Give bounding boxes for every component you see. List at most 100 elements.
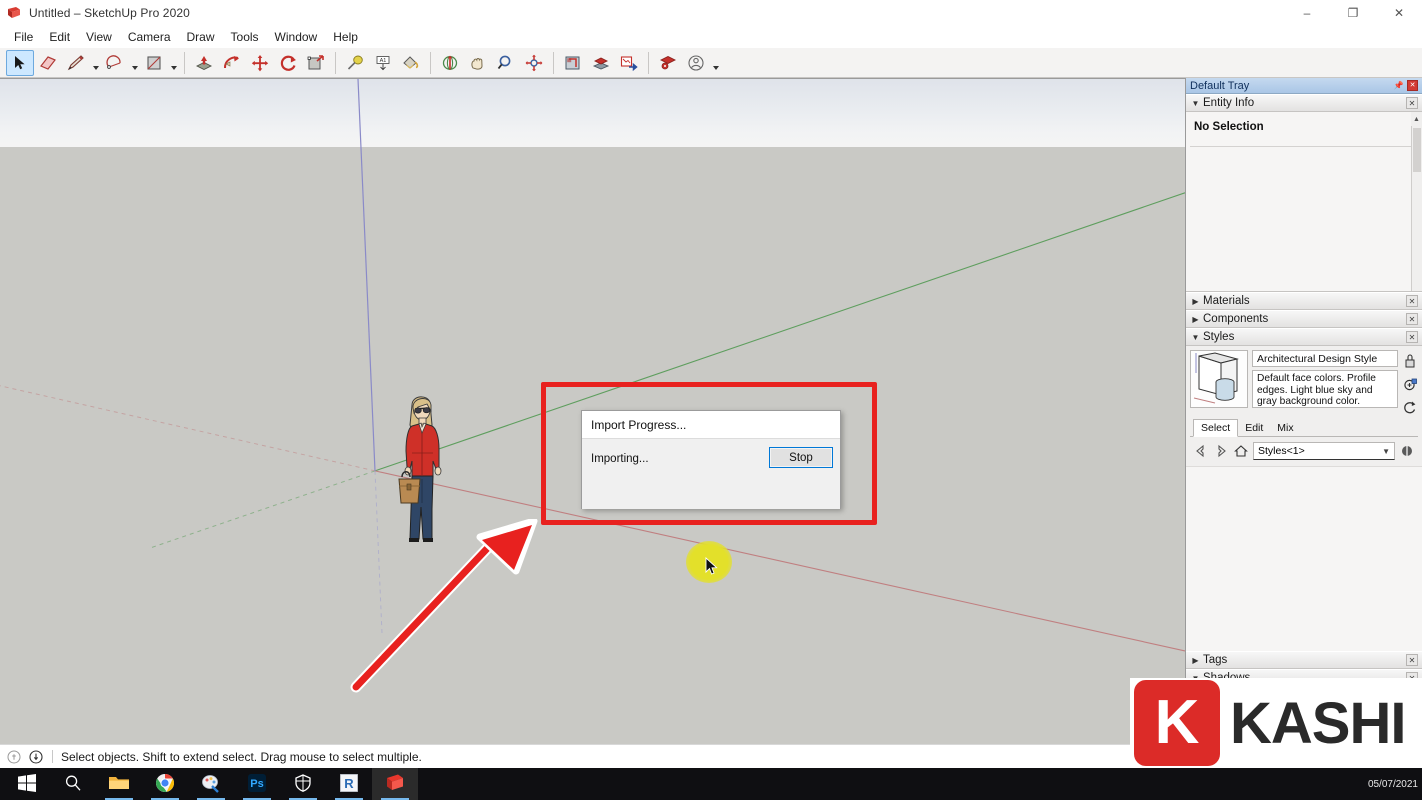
style-fields: Architectural Design Style Default face … [1252,350,1398,415]
maximize-button[interactable]: ❐ [1330,0,1376,26]
entity-info-body: No Selection ▲ [1186,112,1422,292]
rectangle-tool-dropdown[interactable] [168,50,179,76]
revit-button[interactable]: R [326,768,372,800]
chrome-button[interactable] [142,768,188,800]
photoshop-button[interactable]: Ps [234,768,280,800]
section-header-styles[interactable]: ▼ Styles ✕ [1186,328,1422,346]
forward-arrow-icon[interactable] [1213,443,1229,459]
details-icon[interactable] [1399,443,1415,459]
revit-icon: R [339,773,359,796]
tab-select[interactable]: Select [1193,419,1238,437]
scale-tool[interactable] [302,50,330,76]
menu-file[interactable]: File [6,27,41,47]
info-icon[interactable] [28,749,44,765]
sketchup-button[interactable] [372,768,418,800]
menu-help[interactable]: Help [325,27,366,47]
tab-edit[interactable]: Edit [1238,420,1270,436]
style-description-field[interactable]: Default face colors. Profile edges. Ligh… [1252,370,1398,408]
rectangle-tool[interactable] [140,50,168,76]
pin-icon[interactable]: 📌 [1393,80,1404,91]
chrome-icon [155,773,175,796]
tray-close-icon[interactable]: ✕ [1407,80,1418,91]
menu-edit[interactable]: Edit [41,27,78,47]
stop-button[interactable]: Stop [769,447,833,468]
pan-tool[interactable] [464,50,492,76]
warehouse-tool[interactable] [587,50,615,76]
dimension-icon: A1 [373,54,393,72]
model-viewport[interactable]: Import Progress... Importing... Stop [0,78,1185,744]
style-thumbnail[interactable] [1190,350,1248,408]
menu-window[interactable]: Window [267,27,326,47]
zoom-extents-tool[interactable] [520,50,548,76]
window-title: Untitled – SketchUp Pro 2020 [29,6,190,20]
section-header-entity-info[interactable]: ▼ Entity Info ✕ [1186,94,1422,112]
menu-tools[interactable]: Tools [223,27,267,47]
menu-draw[interactable]: Draw [179,27,223,47]
account-button[interactable] [682,50,710,76]
credits-icon[interactable] [6,749,22,765]
pushpull-tool[interactable] [190,50,218,76]
scrollbar-thumb[interactable] [1413,128,1421,172]
minimize-button[interactable]: – [1284,0,1330,26]
section-plane-tool[interactable] [559,50,587,76]
menu-camera[interactable]: Camera [120,27,179,47]
style-action-icons [1402,350,1418,415]
search-button[interactable] [50,768,96,800]
section-close-tags[interactable]: ✕ [1406,654,1418,666]
back-arrow-icon[interactable] [1193,443,1209,459]
section-close-materials[interactable]: ✕ [1406,295,1418,307]
section-close-entity-info[interactable]: ✕ [1406,97,1418,109]
chevron-down-icon-collection: ▼ [1382,447,1390,456]
entity-info-scrollbar[interactable]: ▲ [1411,112,1422,291]
save-style-icon[interactable] [1402,353,1418,369]
chevron-right-icon: ▶ [1190,297,1201,306]
account-dropdown[interactable] [710,50,721,76]
style-collection-dropdown[interactable]: Styles<1> ▼ [1253,442,1395,460]
dimension-tool[interactable]: A1 [369,50,397,76]
taskbar-date: 05/07/2021 [1368,779,1418,790]
zoom-tool[interactable] [492,50,520,76]
line-tool-dropdown[interactable] [90,50,101,76]
home-icon[interactable] [1233,443,1249,459]
select-tool[interactable] [6,50,34,76]
start-button[interactable] [4,768,50,800]
close-button[interactable]: ✕ [1376,0,1422,26]
orbit-tool[interactable] [436,50,464,76]
scroll-up-icon[interactable]: ▲ [1411,112,1422,126]
arc-tool-dropdown[interactable] [129,50,140,76]
paint-button[interactable] [188,768,234,800]
menu-view[interactable]: View [78,27,120,47]
paint-bucket-tool[interactable] [397,50,425,76]
add-style-icon[interactable] [1402,376,1418,392]
toolbar-separator [184,52,185,74]
tray-title-label: Default Tray [1190,80,1390,92]
windows-taskbar: Ps R 05/07/2021 [0,768,1422,800]
entity-info-status: No Selection [1186,112,1422,133]
file-explorer-button[interactable] [96,768,142,800]
section-close-components[interactable]: ✕ [1406,313,1418,325]
arc-tool[interactable] [101,50,129,76]
followme-tool[interactable] [218,50,246,76]
main-toolbar: A1 [0,48,1422,78]
defender-button[interactable] [280,768,326,800]
orbit-icon [440,54,460,72]
tape-measure-tool[interactable] [341,50,369,76]
window-controls: – ❐ ✕ [1284,0,1422,26]
tab-mix[interactable]: Mix [1270,420,1300,436]
section-header-materials[interactable]: ▶ Materials ✕ [1186,292,1422,310]
refresh-style-icon[interactable] [1402,399,1418,415]
extension-warehouse-tool[interactable] [654,50,682,76]
style-name-field[interactable]: Architectural Design Style [1252,350,1398,367]
section-header-components[interactable]: ▶ Components ✕ [1186,310,1422,328]
tape-measure-icon [345,54,365,72]
move-tool[interactable] [246,50,274,76]
rotate-tool[interactable] [274,50,302,76]
share-model-tool[interactable] [615,50,643,76]
eraser-tool[interactable] [34,50,62,76]
status-message: Select objects. Shift to extend select. … [61,750,422,764]
section-header-tags[interactable]: ▶ Tags ✕ [1186,651,1422,669]
line-tool[interactable] [62,50,90,76]
taskbar-clock[interactable]: 05/07/2021 [1368,779,1418,790]
styles-tabs: Select Edit Mix [1190,420,1418,437]
section-close-styles[interactable]: ✕ [1406,331,1418,343]
